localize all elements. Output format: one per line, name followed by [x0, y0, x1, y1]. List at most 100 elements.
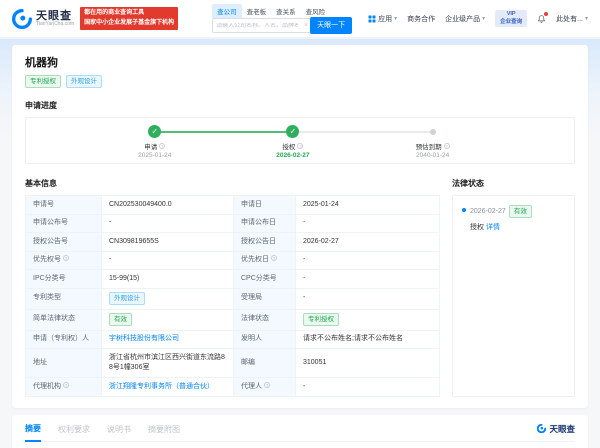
check-icon: ✓: [148, 125, 162, 139]
vip-line1: VIP: [506, 11, 516, 18]
chevron-down-icon: ▾: [482, 16, 486, 22]
step-label: 预估到期: [415, 144, 442, 152]
info-label: 优先权号?: [25, 250, 102, 271]
help-icon[interactable]: ?: [159, 143, 166, 150]
help-icon[interactable]: ?: [271, 255, 277, 262]
step-label: 授权: [282, 144, 296, 152]
vip-badge[interactable]: VIP 企业查询: [495, 9, 528, 28]
legal-date: 2026-02-27: [470, 208, 506, 216]
info-row: 申请公布号 - 申请公布日 -: [25, 213, 440, 234]
check-icon: ✓: [286, 125, 300, 139]
legal-status-item: 2026-02-27 有效: [462, 205, 565, 219]
pending-dot-icon: [429, 128, 436, 135]
tab-abstract[interactable]: 摘要: [25, 423, 41, 442]
notification-bell-icon[interactable]: [537, 11, 549, 24]
nav-enterprise[interactable]: 企业级产品 ▾: [445, 14, 485, 24]
info-label: 发明人: [233, 329, 296, 350]
info-link[interactable]: 宇树科技股份有限公司: [109, 335, 179, 342]
info-label: 地址: [25, 348, 102, 379]
info-value: CN309819655S: [101, 232, 234, 252]
help-icon[interactable]: ?: [443, 143, 450, 150]
help-icon[interactable]: ?: [63, 255, 69, 262]
document-tabs-card: 摘要 权利要求 说明书 摘要附图 天眼查 1.本外观设计产品的名称：机器狗。2.…: [12, 414, 588, 448]
info-value: 浙江翔隆专利事务所（普通合伙）: [101, 377, 234, 397]
tab-abstract-figure[interactable]: 摘要附图: [148, 424, 180, 441]
help-icon[interactable]: ?: [264, 381, 270, 388]
tianyancha-logo[interactable]: 天眼查 TianYanCha.com: [12, 8, 74, 29]
status-tag: 有效: [109, 313, 132, 327]
slogan-line1: 都在用的商业查询工具: [84, 10, 145, 17]
info-label: CPC分类号: [233, 269, 296, 289]
info-link[interactable]: 浙江翔隆专利事务所（普通合伙）: [109, 383, 214, 390]
step-label: 申请: [144, 144, 158, 152]
info-label: IPC分类号: [25, 269, 102, 289]
watermark-text: 天眼查: [549, 423, 575, 434]
step-date: 2040-01-24: [415, 152, 450, 160]
info-row: 代理机构? 浙江翔隆专利事务所（普通合伙） 代理人? -: [25, 377, 440, 397]
info-row: IPC分类号 15-99(15) CPC分类号 -: [25, 269, 440, 289]
user-menu[interactable]: 此处有... ▾: [556, 14, 588, 24]
info-label: 申请日: [233, 195, 296, 215]
info-label: 受理局: [233, 287, 296, 310]
legal-status-detail: 授权 详情: [470, 222, 565, 232]
progress-step-apply: ✓ 申请? 2025-01-24: [109, 125, 201, 159]
tianyancha-watermark-icon: [537, 424, 547, 434]
search-tab-risk[interactable]: 查风险: [301, 4, 331, 18]
info-value: 外观设计: [101, 287, 234, 310]
legal-status-title: 法律状态: [452, 179, 484, 189]
info-value: 310051: [295, 348, 440, 379]
info-label: 申请公布号: [25, 213, 102, 234]
info-row: 地址 浙江省杭州市滨江区西兴街道东流路88号1幢306室 邮编 310051: [25, 348, 440, 379]
info-columns: 基本信息 申请号 CN202530049400.0 申请日 2025-01-24 申请公…: [25, 166, 575, 397]
info-value: 2026-02-27: [295, 232, 440, 252]
info-row: 申请（专利权）人 宇树科技股份有限公司 发明人 请求不公布姓名;请求不公布姓名: [25, 329, 440, 350]
legal-status-column: 法律状态 2026-02-27 有效 授权 详情: [452, 166, 575, 397]
search-tabs: 查公司 查老板 查关系 查风险: [212, 4, 352, 18]
document-tabs: 摘要 权利要求 说明书 摘要附图 天眼查: [25, 423, 575, 442]
info-value: 浙江省杭州市滨江区西兴街道东流路88号1幢306室: [101, 348, 234, 379]
search-widget: 查公司 查老板 查关系 查风险 × 天眼一下: [212, 4, 353, 34]
nav-cooperation[interactable]: 商务合作: [407, 14, 435, 24]
search-tab-boss[interactable]: 查老板: [242, 4, 272, 18]
info-value: CN202530049400.0: [101, 195, 234, 215]
nav-apps[interactable]: 应用 ▾: [368, 14, 397, 24]
info-value: 15-99(15): [101, 269, 234, 289]
info-row: 简单法律状态 有效 法律状态 专利授权: [25, 308, 440, 331]
info-value: -: [295, 287, 440, 310]
info-label: 授权公告日: [233, 232, 296, 252]
help-icon[interactable]: ?: [297, 143, 304, 150]
status-tag: 外观设计: [109, 292, 145, 306]
info-value: -: [101, 213, 234, 234]
help-icon[interactable]: ?: [63, 381, 69, 388]
legal-event: 授权: [470, 224, 484, 232]
search-button[interactable]: 天眼一下: [310, 17, 353, 34]
info-value: 请求不公布姓名;请求不公布姓名: [295, 329, 440, 350]
search-tab-company[interactable]: 查公司: [212, 4, 242, 18]
info-value: 有效: [101, 308, 234, 331]
info-value: -: [295, 250, 440, 271]
info-row: 授权公告号 CN309819655S 授权公告日 2026-02-27: [25, 232, 440, 252]
patent-type-tag: 外观设计: [66, 75, 102, 89]
bullet-icon: [462, 208, 466, 213]
info-value: -: [295, 377, 440, 397]
tab-description[interactable]: 说明书: [107, 424, 131, 441]
search-input[interactable]: [213, 22, 301, 29]
legal-detail-link[interactable]: 详情: [486, 224, 500, 231]
basic-info-title: 基本信息: [25, 179, 57, 189]
progress-section-title: 申请进度: [25, 101, 57, 111]
chevron-down-icon: ▾: [584, 16, 588, 22]
tab-claims[interactable]: 权利要求: [58, 424, 90, 441]
patent-detail-card: 机器狗 专利授权 外观设计 申请进度 ✓ 申请? 2025-01-24 ✓ 授权…: [12, 45, 588, 408]
info-label: 代理机构?: [25, 377, 102, 397]
info-value: 宇树科技股份有限公司: [101, 329, 234, 350]
logo-text: 天眼查: [36, 9, 72, 22]
info-value: -: [295, 213, 440, 234]
search-tab-relation[interactable]: 查关系: [271, 4, 301, 18]
info-label: 授权公告号: [25, 232, 102, 252]
progress-step-expiry: 预估到期? 2040-01-24: [387, 125, 479, 159]
notification-dot: [544, 11, 549, 16]
search-box: × 天眼一下: [212, 17, 353, 34]
page-content: 机器狗 专利授权 外观设计 申请进度 ✓ 申请? 2025-01-24 ✓ 授权…: [0, 38, 600, 448]
info-row: 专利类型 外观设计 受理局 -: [25, 287, 440, 310]
page-title: 机器狗: [25, 57, 58, 69]
